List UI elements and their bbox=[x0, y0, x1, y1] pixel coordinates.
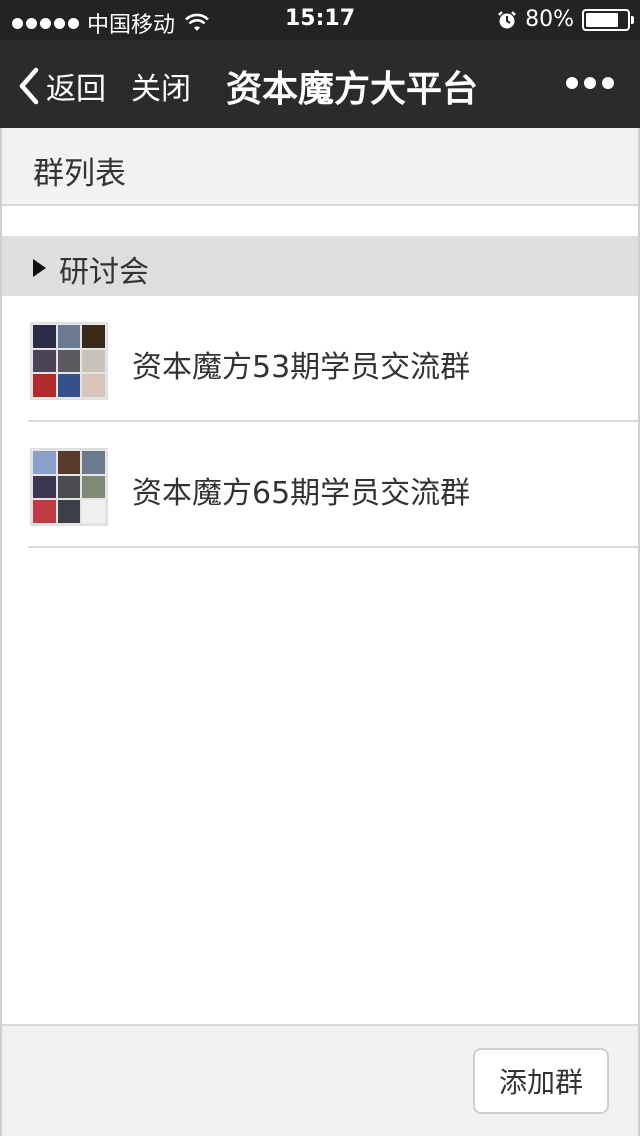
status-bar: 中国移动 15:17 80% bbox=[0, 0, 640, 40]
chevron-left-icon bbox=[19, 67, 39, 105]
section-title: 群列表 bbox=[33, 156, 126, 192]
nav-bar: 返回 关闭 资本魔方大平台 bbox=[0, 40, 640, 128]
more-dot-icon bbox=[566, 77, 578, 89]
more-dot-icon bbox=[602, 77, 614, 89]
group-name: 资本魔方65期学员交流群 bbox=[132, 476, 471, 511]
battery-fill bbox=[586, 12, 618, 27]
more-options-button[interactable] bbox=[566, 77, 614, 89]
triangle-right-icon bbox=[33, 259, 46, 277]
close-button[interactable]: 关闭 bbox=[131, 64, 191, 108]
page-title: 资本魔方大平台 bbox=[226, 69, 479, 110]
battery-percentage: 80% bbox=[525, 7, 574, 32]
list-item[interactable]: 资本魔方65期学员交流群 bbox=[28, 422, 638, 548]
back-button[interactable]: 返回 bbox=[18, 64, 106, 108]
group-avatar bbox=[30, 322, 108, 400]
more-dot-icon bbox=[584, 77, 596, 89]
group-avatar bbox=[30, 448, 108, 526]
section-header: 群列表 bbox=[2, 128, 638, 206]
group-name: 资本魔方53期学员交流群 bbox=[132, 350, 471, 385]
list-item[interactable]: 资本魔方53期学员交流群 bbox=[28, 296, 638, 422]
group-label: 研讨会 bbox=[59, 255, 149, 290]
status-right: 80% bbox=[497, 7, 634, 32]
add-group-button[interactable]: 添加群 bbox=[473, 1048, 609, 1114]
group-header-seminar[interactable]: 研讨会 bbox=[2, 236, 638, 296]
back-label: 返回 bbox=[46, 72, 106, 107]
alarm-clock-icon bbox=[498, 10, 516, 28]
content-frame: 群列表 研讨会 资本魔方53期学员交流群 资本魔方65期学员交流群 添加群 bbox=[0, 128, 640, 1136]
bottom-toolbar: 添加群 bbox=[2, 1024, 638, 1136]
battery-icon bbox=[582, 8, 634, 31]
